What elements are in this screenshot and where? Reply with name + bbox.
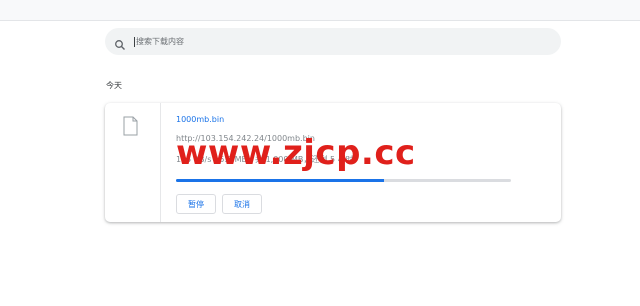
watermark: www.zjcp.cc (176, 133, 416, 173)
search-bar[interactable]: 搜索下载内容 (105, 28, 561, 55)
cancel-button[interactable]: 取消 (222, 194, 262, 214)
progress-fill (176, 179, 384, 182)
text-cursor (134, 36, 135, 47)
progress-bar (176, 179, 511, 182)
search-icon (114, 36, 126, 50)
search-input[interactable]: 搜索下载内容 (136, 36, 184, 47)
file-name-link[interactable]: 1000mb.bin (176, 115, 224, 124)
top-bar (0, 0, 640, 21)
date-section-title: 今天 (106, 81, 122, 90)
file-icon-column (105, 103, 161, 222)
file-icon (123, 116, 138, 136)
pause-button[interactable]: 暂停 (176, 194, 216, 214)
